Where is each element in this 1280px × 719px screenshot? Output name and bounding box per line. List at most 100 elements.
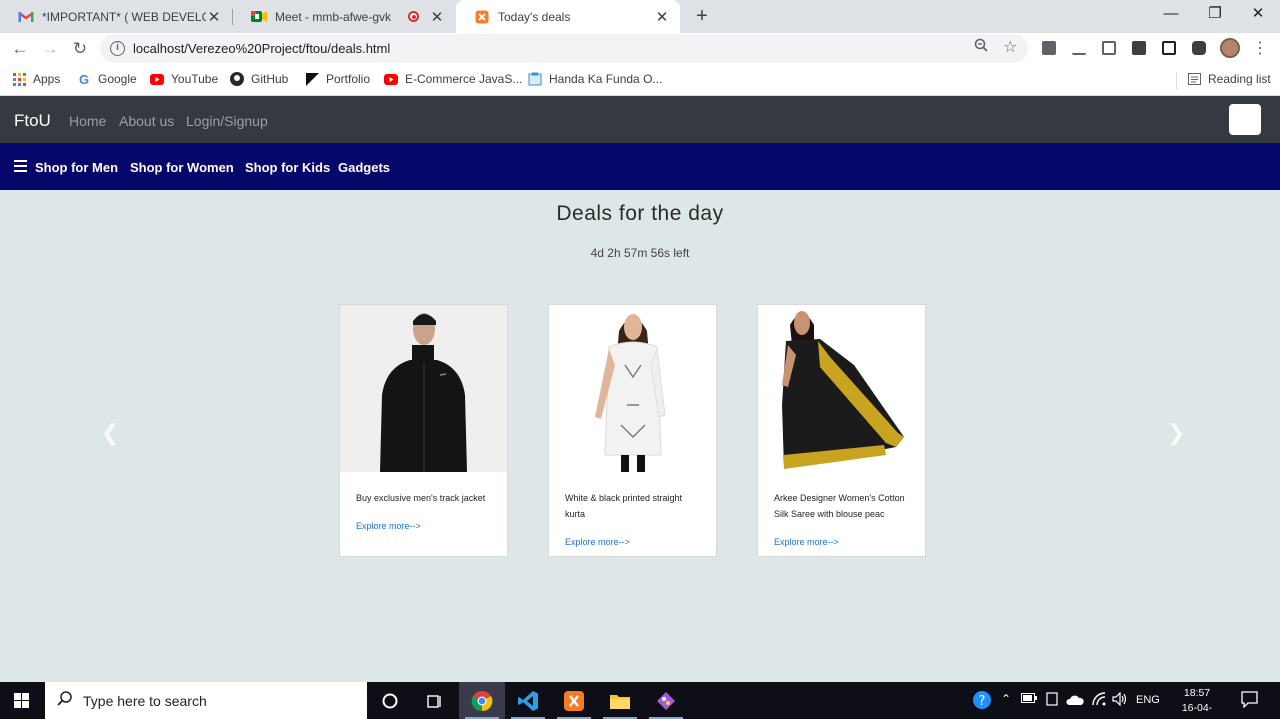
forward-arrow-icon[interactable]: → bbox=[38, 37, 62, 61]
windows-start-icon[interactable] bbox=[14, 693, 29, 708]
puzzle-icon[interactable] bbox=[1192, 41, 1206, 55]
category-kids[interactable]: Shop for Kids bbox=[245, 160, 330, 175]
nav-link-about[interactable]: About us bbox=[119, 113, 174, 129]
bookmarks-bar: Apps G Google YouTube GitHub Portfolio E… bbox=[0, 64, 1280, 96]
youtube-icon bbox=[384, 72, 398, 86]
tab-meet[interactable]: Meet - mmb-afwe-gvk ✕ bbox=[233, 0, 455, 33]
bookmark-label: Portfolio bbox=[326, 72, 371, 86]
category-women[interactable]: Shop for Women bbox=[130, 160, 234, 175]
screen-extension-icon[interactable] bbox=[1132, 41, 1146, 55]
search-icon bbox=[57, 690, 73, 711]
extension-icon[interactable] bbox=[1042, 41, 1056, 55]
copy-extension-icon[interactable] bbox=[1102, 41, 1116, 55]
product-caption: Arkee Designer Women's Cotton Silk Saree… bbox=[774, 493, 905, 519]
site-navbar: FtoU Home About us Login/Signup bbox=[0, 96, 1280, 143]
tab-gmail[interactable]: *IMPORTANT* ( WEB DEVELOPME ✕ bbox=[0, 0, 232, 33]
product-image[interactable] bbox=[340, 305, 507, 472]
bookmark-label: YouTube bbox=[171, 72, 219, 86]
help-icon[interactable]: ? bbox=[972, 690, 992, 713]
bookmark-handa-ka-funda[interactable]: Handa Ka Funda O... bbox=[528, 72, 662, 86]
tab-title: *IMPORTANT* ( WEB DEVELOPME bbox=[42, 9, 206, 24]
close-tab-icon[interactable]: ✕ bbox=[429, 8, 445, 26]
apps-grid-icon bbox=[12, 72, 26, 86]
brand-logo[interactable]: FtoU bbox=[14, 111, 51, 131]
tab-strip: *IMPORTANT* ( WEB DEVELOPME ✕ Meet - mmb… bbox=[0, 0, 1280, 33]
menu-kebab-icon[interactable]: ⋮ bbox=[1252, 38, 1268, 58]
address-bar[interactable]: i localhost/Verezeo%20Project/ftou/deals… bbox=[100, 34, 1028, 63]
maximize-button[interactable]: ❐ bbox=[1192, 0, 1238, 30]
vscode-taskbar-icon[interactable] bbox=[505, 682, 551, 719]
back-arrow-icon[interactable]: ← bbox=[8, 37, 32, 61]
task-view-icon[interactable] bbox=[412, 682, 458, 719]
notification-icon[interactable] bbox=[1241, 691, 1258, 711]
language-indicator[interactable]: ENG bbox=[1136, 694, 1160, 706]
explore-more-link[interactable]: Explore more--> bbox=[356, 521, 421, 531]
deal-countdown: 4d 2h 57m 56s left bbox=[590, 246, 690, 260]
reading-list-label: Reading list bbox=[1208, 72, 1271, 86]
chevron-up-icon[interactable]: ⌃ bbox=[1001, 692, 1011, 706]
explore-more-link[interactable]: Explore more--> bbox=[774, 537, 839, 547]
bookmark-label: Handa Ka Funda O... bbox=[549, 72, 663, 86]
bookmark-github[interactable]: GitHub bbox=[230, 72, 288, 86]
product-caption: White & black printed straight kurta bbox=[565, 493, 683, 519]
product-image[interactable] bbox=[758, 305, 925, 472]
close-tab-icon[interactable]: ✕ bbox=[654, 8, 670, 26]
hamburger-menu-icon[interactable] bbox=[14, 160, 27, 172]
reload-icon[interactable]: ↻ bbox=[68, 37, 92, 61]
tab-todays-deals[interactable]: Today's deals ✕ bbox=[456, 0, 680, 33]
nav-link-home[interactable]: Home bbox=[69, 113, 106, 129]
file-explorer-icon[interactable] bbox=[597, 682, 643, 719]
bookmark-star-icon[interactable]: ☆ bbox=[1003, 37, 1017, 57]
category-gadgets[interactable]: Gadgets bbox=[338, 160, 390, 175]
info-icon[interactable]: i bbox=[110, 41, 125, 56]
category-men[interactable]: Shop for Men bbox=[35, 160, 118, 175]
product-image[interactable] bbox=[549, 305, 716, 472]
meet-icon bbox=[251, 9, 267, 25]
zoom-icon[interactable] bbox=[974, 38, 988, 56]
url-text[interactable]: localhost/Verezeo%20Project/ftou/deals.h… bbox=[133, 41, 390, 56]
windows-taskbar: Type here to search ? ⌃ ENG 18:57 16-04- bbox=[0, 682, 1280, 719]
clock-date: 16-04-2021 bbox=[1181, 702, 1213, 719]
clock-time: 18:57 bbox=[1183, 687, 1211, 699]
new-tab-button[interactable]: + bbox=[690, 4, 714, 28]
reading-list-button[interactable]: Reading list bbox=[1187, 72, 1271, 86]
volume-icon[interactable] bbox=[1112, 691, 1128, 709]
xampp-icon bbox=[474, 9, 490, 25]
navbar-toggle-button[interactable] bbox=[1229, 104, 1261, 135]
git-client-icon[interactable] bbox=[643, 682, 689, 719]
clipboard-icon bbox=[528, 72, 542, 86]
bookmark-ecommerce[interactable]: E-Commerce JavaS... bbox=[384, 72, 522, 86]
nav-link-login[interactable]: Login/Signup bbox=[186, 113, 268, 129]
cortana-icon[interactable] bbox=[367, 682, 413, 719]
search-placeholder: Type here to search bbox=[83, 693, 207, 709]
category-bar: Shop for Men Shop for Women Shop for Kid… bbox=[0, 143, 1280, 190]
profile-avatar[interactable] bbox=[1220, 38, 1240, 58]
chrome-taskbar-icon[interactable] bbox=[459, 682, 505, 719]
product-caption: Buy exclusive men's track jacket bbox=[356, 493, 486, 503]
battery-icon[interactable] bbox=[1021, 692, 1037, 706]
minimize-button[interactable]: — bbox=[1148, 0, 1194, 30]
onedrive-icon[interactable] bbox=[1066, 694, 1084, 708]
bookmark-youtube[interactable]: YouTube bbox=[150, 72, 218, 86]
bookmark-portfolio[interactable]: Portfolio bbox=[305, 72, 370, 86]
taskbar-search[interactable]: Type here to search bbox=[45, 682, 367, 719]
close-window-button[interactable]: ✕ bbox=[1235, 0, 1280, 30]
svg-text:?: ? bbox=[979, 694, 986, 709]
bookmark-google[interactable]: G Google bbox=[77, 72, 137, 87]
carousel-next-icon[interactable]: ❯ bbox=[1167, 420, 1185, 446]
tab-title: Today's deals bbox=[498, 9, 571, 24]
wifi-icon[interactable] bbox=[1092, 692, 1106, 709]
meet-now-icon[interactable] bbox=[1046, 692, 1058, 709]
explore-more-link[interactable]: Explore more--> bbox=[565, 537, 630, 547]
grid-extension-icon[interactable] bbox=[1162, 41, 1176, 55]
analytics-extension-icon[interactable] bbox=[1072, 41, 1086, 55]
xampp-taskbar-icon[interactable] bbox=[551, 682, 597, 719]
product-card: Arkee Designer Women's Cotton Silk Saree… bbox=[757, 304, 926, 557]
carousel-prev-icon[interactable]: ❮ bbox=[101, 420, 119, 446]
gmail-icon bbox=[18, 9, 34, 25]
taskbar-clock[interactable]: 18:57 16-04-2021 bbox=[1172, 686, 1222, 719]
bookmark-apps[interactable]: Apps bbox=[12, 72, 60, 86]
close-tab-icon[interactable]: ✕ bbox=[206, 8, 222, 26]
bookmark-label: GitHub bbox=[251, 72, 289, 86]
deals-heading: Deals for the day bbox=[556, 202, 724, 225]
